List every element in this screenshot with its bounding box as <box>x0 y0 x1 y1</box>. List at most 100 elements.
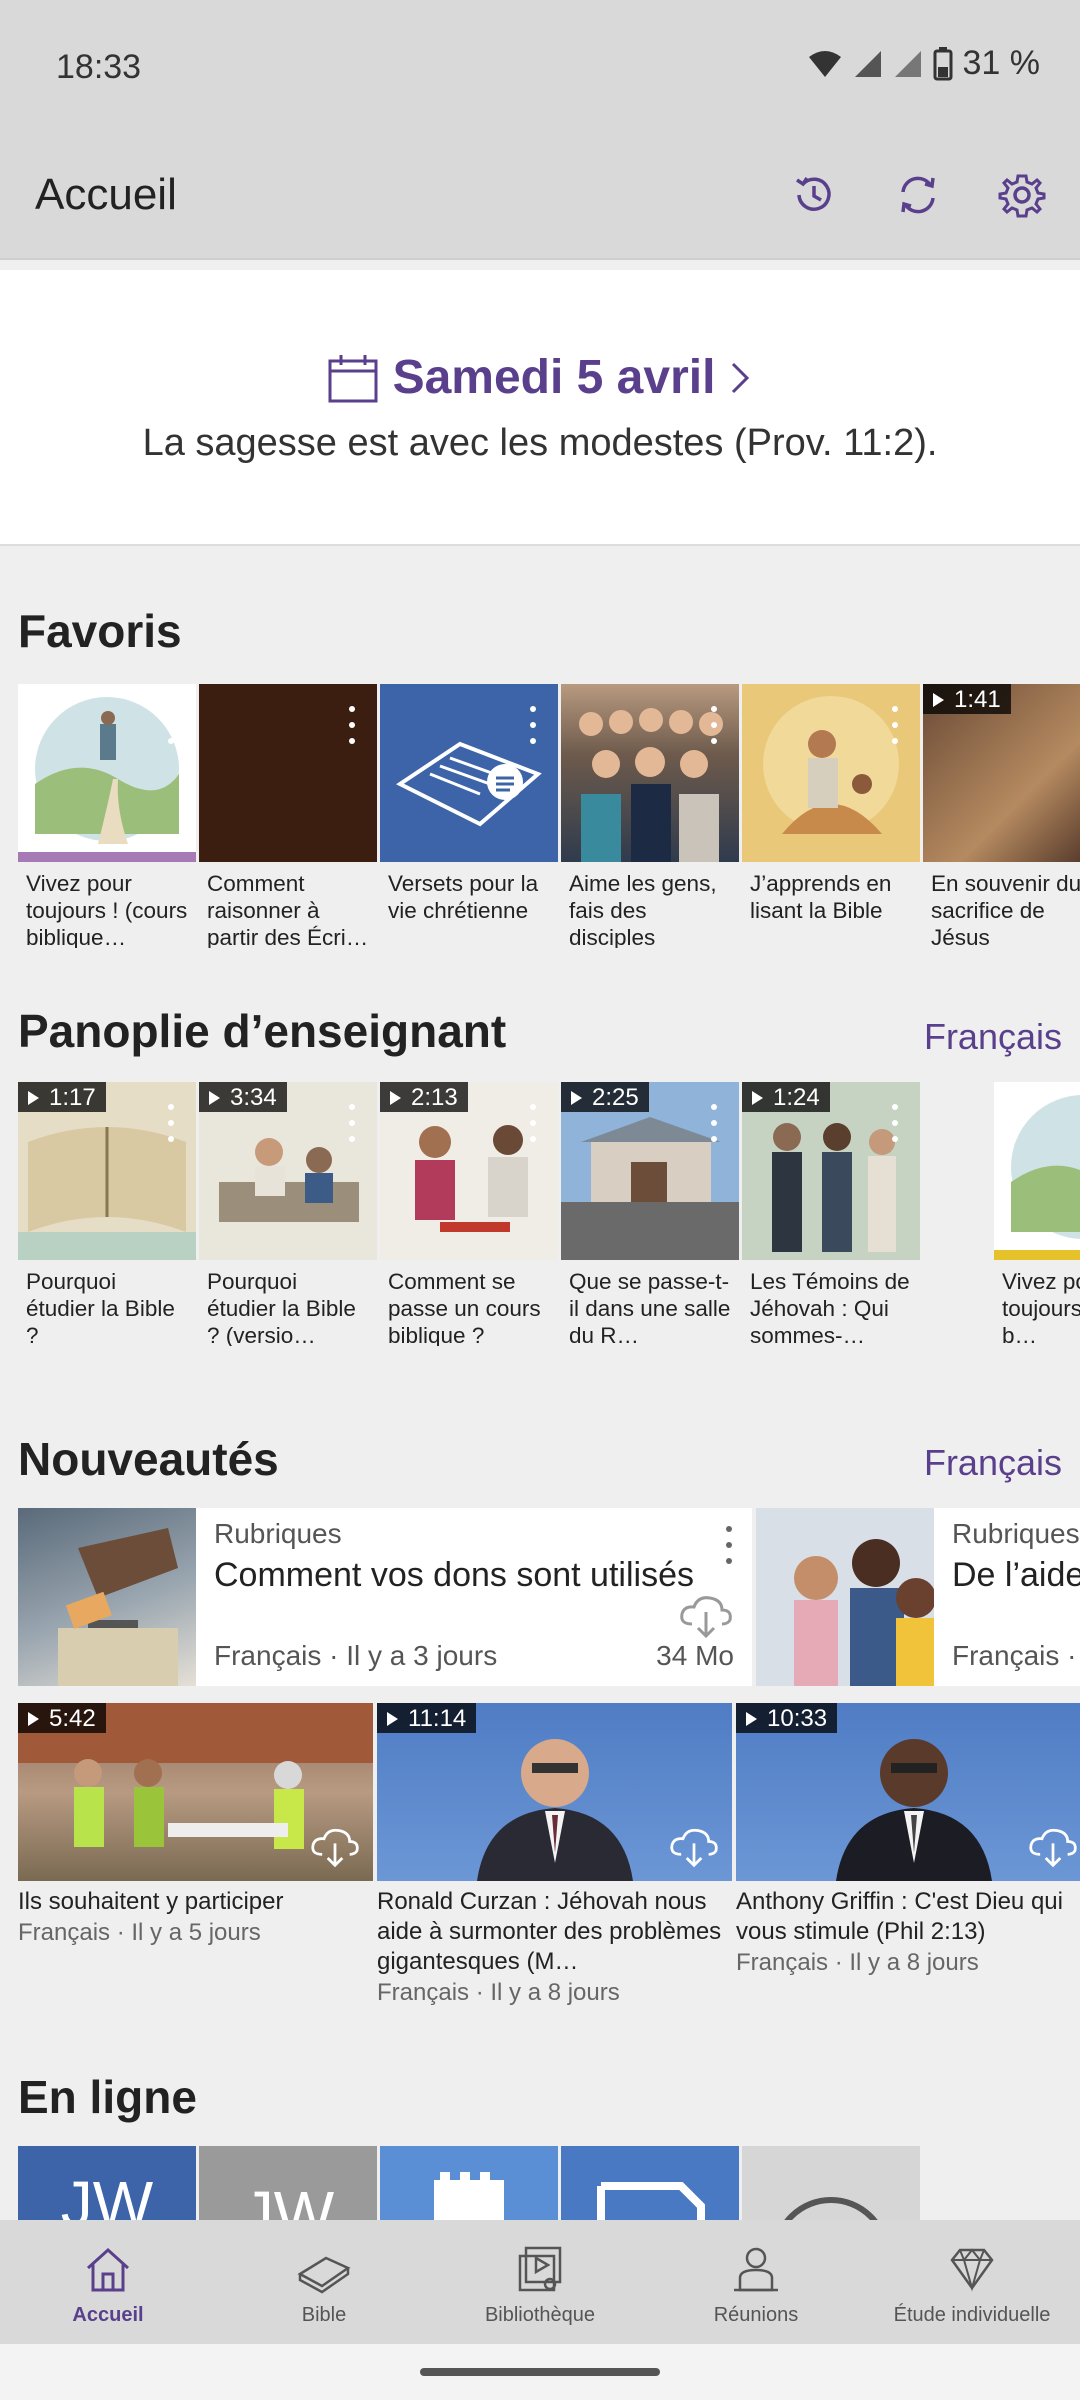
signal-icon <box>854 50 881 77</box>
calendar-icon <box>328 354 378 402</box>
teaching-row: 1:17 Pourquoi étudier la Bible ? 3:34 Po… <box>18 1082 1080 1352</box>
teaching-language-link[interactable]: Français <box>924 1016 1062 1058</box>
news-title: De l’aide aux familles <box>952 1556 1080 1594</box>
nav-item-library[interactable]: Bibliothèque <box>432 2220 648 2344</box>
more-options-icon[interactable] <box>726 1526 732 1564</box>
favorite-card[interactable]: Aime les gens, fais des disciples <box>561 684 739 948</box>
jw-library-tile[interactable]: JW <box>199 2146 377 2220</box>
more-options-icon[interactable] <box>168 1104 174 1142</box>
news-meta: Français · <box>952 1640 1077 1671</box>
cloud-download-icon[interactable] <box>668 1825 720 1869</box>
video-duration: 2:13 <box>380 1082 468 1112</box>
card-thumbnail: 1:17 <box>18 1082 196 1260</box>
card-thumbnail: 11:14 <box>377 1703 732 1881</box>
play-icon <box>387 1712 398 1726</box>
card-thumbnail <box>18 684 196 862</box>
favorites-row: Vivez pour toujours ! (cours biblique… C… <box>18 684 1080 954</box>
news-featured-item[interactable]: Rubriques De l’aide aux familles Françai… <box>756 1508 1080 1686</box>
bible-icon <box>297 2256 351 2294</box>
news-video-item[interactable]: 11:14 Ronald Curzan : Jéhovah nous aide … <box>377 1703 732 2007</box>
more-options-icon[interactable] <box>892 1104 898 1142</box>
nav-item-bible[interactable]: Bible <box>216 2220 432 2344</box>
daily-text-card[interactable]: Samedi 5 avril La sagesse est avec les m… <box>0 270 1080 546</box>
video-title: Ils souhaitent y participer <box>18 1888 284 1915</box>
card-thumbnail <box>742 684 920 862</box>
play-icon <box>571 1091 582 1105</box>
teaching-card[interactable]: 3:34 Pourquoi étudier la Bible ? (versio… <box>199 1082 377 1346</box>
more-options-icon[interactable] <box>711 1104 717 1142</box>
video-meta: Français · Il y a 8 jours <box>736 1949 979 1976</box>
section-title-favorites: Favoris <box>18 605 182 657</box>
status-time: 18:33 <box>56 48 142 86</box>
more-options-icon[interactable] <box>530 1104 536 1142</box>
help-tile[interactable] <box>742 2146 920 2220</box>
card-thumbnail: 2:13 <box>380 1082 558 1260</box>
cloud-download-icon[interactable] <box>309 1825 361 1869</box>
video-duration: 3:34 <box>199 1082 287 1112</box>
video-duration: 5:42 <box>18 1703 106 1733</box>
more-options-icon[interactable] <box>892 706 898 744</box>
gesture-bar <box>0 2344 1080 2400</box>
battery-icon <box>933 46 952 80</box>
card-thumbnail: 2:25 <box>561 1082 739 1260</box>
nav-item-study[interactable]: Étude individuelle <box>864 2220 1080 2344</box>
history-icon[interactable] <box>784 165 844 225</box>
calendar-tile[interactable] <box>380 2146 558 2220</box>
favorite-card[interactable]: Versets pour la vie chrétienne <box>380 684 558 948</box>
teaching-card[interactable]: 1:24 Les Témoins de Jéhovah : Qui sommes… <box>742 1082 920 1346</box>
cloud-download-icon[interactable] <box>1027 1825 1079 1869</box>
page-title: Accueil <box>35 170 177 219</box>
study-icon <box>950 2248 994 2292</box>
nav-item-home[interactable]: Accueil <box>0 2220 216 2344</box>
battery-percent: 31 % <box>962 44 1041 82</box>
section-title-teaching: Panoplie d’enseignant <box>18 1005 507 1057</box>
news-category: Rubriques <box>214 1518 342 1549</box>
teaching-card[interactable]: Vivez pour toujours ! (cours b… <box>994 1082 1080 1346</box>
more-options-icon[interactable] <box>168 706 174 744</box>
video-meta: Français · Il y a 8 jours <box>377 1979 620 2006</box>
online-row: JW JW <box>18 2146 1080 2220</box>
news-category: Rubriques <box>952 1518 1080 1549</box>
card-thumbnail <box>756 1508 936 1686</box>
play-icon <box>209 1091 220 1105</box>
teaching-card[interactable]: 1:17 Pourquoi étudier la Bible ? <box>18 1082 196 1346</box>
section-title-news: Nouveautés <box>18 1433 279 1485</box>
daily-text-date[interactable]: Samedi 5 avril <box>0 350 1080 405</box>
teaching-card[interactable]: 2:25 Que se passe-t-il dans une salle du… <box>561 1082 739 1346</box>
video-duration: 1:17 <box>18 1082 106 1112</box>
news-language-link[interactable]: Français <box>924 1442 1062 1484</box>
more-options-icon[interactable] <box>349 706 355 744</box>
more-options-icon[interactable] <box>349 1104 355 1142</box>
favorite-card[interactable]: Comment raisonner à partir des Écri… <box>199 684 377 948</box>
favorite-card[interactable]: Vivez pour toujours ! (cours biblique… <box>18 684 196 948</box>
svg-text:JW: JW <box>61 2168 154 2220</box>
more-options-icon[interactable] <box>711 706 717 744</box>
signal-icon <box>894 50 921 77</box>
teaching-card[interactable]: 2:13 Comment se passe un cours biblique … <box>380 1082 558 1346</box>
play-icon <box>390 1091 401 1105</box>
nav-item-meetings[interactable]: Réunions <box>648 2220 864 2344</box>
card-thumbnail: 10:33 <box>736 1703 1080 1881</box>
news-video-item[interactable]: 10:33 Anthony Griffin : C'est Dieu qui v… <box>736 1703 1080 1977</box>
play-icon <box>28 1712 39 1726</box>
favorite-card[interactable]: J’apprends en lisant la Bible <box>742 684 920 948</box>
video-duration: 1:24 <box>742 1082 830 1112</box>
play-icon <box>746 1712 757 1726</box>
cloud-download-icon[interactable] <box>678 1592 734 1640</box>
video-duration: 1:41 <box>923 684 1011 714</box>
jw-org-tile[interactable]: JW <box>18 2146 196 2220</box>
video-meta: Français · Il y a 5 jours <box>18 1919 261 1946</box>
more-options-icon[interactable] <box>530 706 536 744</box>
sync-icon[interactable] <box>888 165 948 225</box>
favorite-card[interactable]: 1:41 En souvenir du sacrifice de Jésus <box>923 684 1080 948</box>
publications-tile[interactable] <box>561 2146 739 2220</box>
video-title: Ronald Curzan : Jéhovah nous aide à surm… <box>377 1888 722 1975</box>
news-featured-item[interactable]: Rubriques Comment vos dons sont utilisés… <box>18 1508 752 1686</box>
video-duration: 11:14 <box>377 1703 477 1733</box>
card-thumbnail <box>561 684 739 862</box>
settings-icon[interactable] <box>992 165 1052 225</box>
news-video-item[interactable]: 5:42 Ils souhaitent y participer Françai… <box>18 1703 373 1947</box>
card-thumbnail: 1:24 <box>742 1082 920 1260</box>
card-thumbnail: 5:42 <box>18 1703 373 1881</box>
home-indicator[interactable] <box>420 2368 660 2376</box>
